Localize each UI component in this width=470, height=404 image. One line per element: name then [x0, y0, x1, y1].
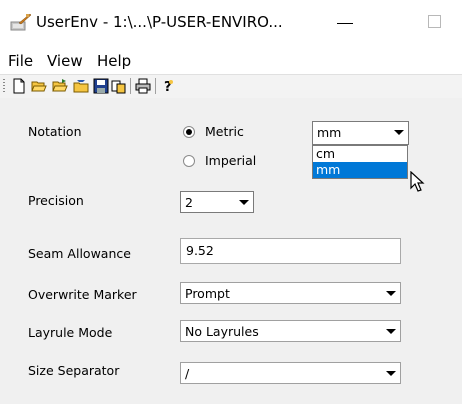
- unit-option-mm[interactable]: mm: [313, 162, 407, 178]
- precision-select[interactable]: 2: [180, 191, 254, 213]
- size-separator-select[interactable]: /: [180, 362, 401, 384]
- notation-label: Notation: [28, 124, 82, 139]
- radio-metric-label[interactable]: Metric: [205, 124, 244, 139]
- layrule-mode-value: No Layrules: [185, 324, 259, 339]
- window-title: UserEnv - 1:\...\P-USER-ENVIRO...: [36, 13, 283, 31]
- userenv-app-icon: [10, 13, 32, 31]
- radio-imperial-label[interactable]: Imperial: [205, 153, 256, 168]
- unit-select[interactable]: mm: [312, 121, 409, 145]
- toolbar-grip[interactable]: [3, 79, 5, 94]
- overwrite-marker-value: Prompt: [185, 286, 230, 301]
- seam-allowance-value: 9.52: [186, 243, 214, 258]
- unit-select-value: mm: [317, 125, 342, 140]
- precision-value: 2: [185, 195, 193, 210]
- panel-edge: [462, 74, 470, 404]
- precision-label: Precision: [28, 193, 84, 208]
- copy-icon[interactable]: [110, 77, 128, 95]
- seam-allowance-input[interactable]: 9.52: [180, 238, 401, 264]
- menu-view[interactable]: View: [47, 52, 83, 70]
- mouse-pointer-icon: [410, 171, 425, 192]
- size-separator-label: Size Separator: [28, 363, 120, 378]
- overwrite-marker-select[interactable]: Prompt: [180, 282, 401, 304]
- layrule-mode-select[interactable]: No Layrules: [180, 320, 401, 342]
- title-bar: UserEnv - 1:\...\P-USER-ENVIRO...: [0, 0, 470, 44]
- open-folder-icon[interactable]: [30, 77, 48, 95]
- close-folder-icon[interactable]: [72, 77, 90, 95]
- save-icon[interactable]: [92, 77, 110, 95]
- print-icon[interactable]: [134, 77, 152, 95]
- chevron-down-icon[interactable]: [382, 363, 400, 383]
- overwrite-marker-label: Overwrite Marker: [28, 287, 137, 302]
- radio-imperial[interactable]: [183, 155, 195, 167]
- radio-metric[interactable]: [183, 126, 195, 138]
- open-folder-alt-icon[interactable]: [51, 77, 69, 95]
- seam-allowance-label: Seam Allowance: [28, 246, 131, 261]
- menu-bar: File View Help: [0, 44, 470, 74]
- maximize-icon[interactable]: [420, 12, 450, 32]
- unit-option-cm[interactable]: cm: [313, 146, 407, 162]
- layrule-mode-label: Layrule Mode: [28, 325, 113, 340]
- toolbar-separator: [155, 78, 156, 94]
- help-icon[interactable]: ?: [159, 77, 177, 95]
- toolbar: ?: [0, 74, 470, 99]
- new-document-icon[interactable]: [10, 77, 28, 95]
- chevron-down-icon[interactable]: [390, 122, 408, 142]
- toolbar-separator: [130, 78, 131, 94]
- size-separator-value: /: [185, 366, 190, 381]
- chevron-down-icon[interactable]: [235, 192, 253, 212]
- minimize-icon[interactable]: [330, 12, 360, 32]
- chevron-down-icon[interactable]: [382, 321, 400, 341]
- chevron-down-icon[interactable]: [382, 283, 400, 303]
- unit-dropdown-list: cm mm: [312, 145, 408, 179]
- menu-file[interactable]: File: [8, 52, 33, 70]
- menu-help[interactable]: Help: [97, 52, 131, 70]
